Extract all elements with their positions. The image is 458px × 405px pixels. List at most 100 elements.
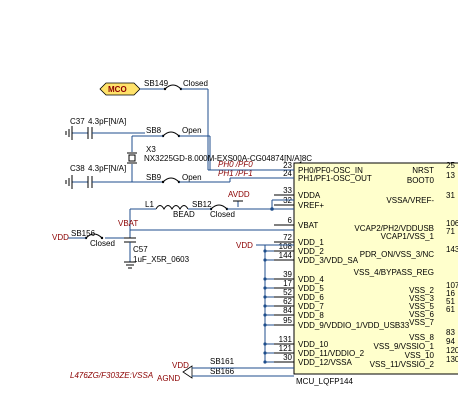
mco-net-label: MCO [108,85,127,94]
mcu-right-pin-name: VSS_9/VSSIO_1 [374,342,435,351]
l1-value: BEAD [173,210,195,219]
sb149-ref: SB149 [144,79,169,88]
mcu-right-pin-number: 143 [446,245,458,254]
mcu-left-pin-name: VDD_1 [298,238,324,247]
sb9-jumper [162,177,180,183]
agnd-label: AGND [157,374,180,383]
sb156-state: Closed [90,239,115,248]
mcu-left-pin-number: 108 [279,242,293,251]
mcu-left-pin-name: VDD_3/VDD_SA [298,256,359,265]
mcu-right-pin-name: VSS_7 [409,318,434,327]
sb8-ref: SB8 [146,126,162,135]
mcu-left-pin-number: 95 [283,316,292,325]
vdd-bottom-label: VDD [172,361,189,370]
crystal-icon [127,152,137,164]
sb9-state: Open [182,173,202,182]
sb9-ref: SB9 [146,173,162,182]
x3-ref: X3 [146,145,156,154]
mcu-left-pin-number: 72 [283,233,292,242]
mcu-left-pin-number: 62 [283,297,292,306]
mcu-left-pin-name: VDDA [298,191,321,200]
mcu-right-pin-number: 130 [446,355,458,364]
junction-dot [263,323,267,327]
junction-dot [263,360,267,364]
junction-dot [263,277,267,281]
mcu-left-pin-name: VDD_7 [298,302,324,311]
junction-dot [263,286,267,290]
ph0-label: PH0 /PF0 [218,160,253,169]
mcu-left-pin-number: 131 [279,335,293,344]
mcu-left-pin-number: 84 [283,306,292,315]
mcu-left-pin-number: 121 [279,344,293,353]
mcu-left-pin-number: 52 [283,288,292,297]
junction-dot [263,342,267,346]
vdd-mid-label: VDD [236,241,253,250]
mcu-left-pin-name: VDD_5 [298,284,324,293]
mcu-left-pin-name: VREF+ [298,201,324,210]
sb161-ref: SB161 [210,357,235,366]
mcu-left-pin-number: 30 [283,353,292,362]
mcu-left-pin-number: 6 [288,216,293,225]
mcu-right-pin-number: 94 [446,337,455,346]
sb12-state: Closed [210,210,235,219]
mcu-right-pin-name: VSS_11/VSSIO_2 [370,360,435,369]
c38-value: 4.3pF[N/A] [88,164,126,173]
mcu-right-pin-number: 83 [446,328,455,337]
mcu-left-pin-name: PH1/PF1-OSC_OUT [298,174,372,183]
junction-dot [263,258,267,262]
mcu-right-pin-name: NRST [412,166,434,175]
mcu-left-pin-name: VDD_10 [298,340,329,349]
c57-value: 1uF_X5R_0603 [133,255,190,264]
sb156-ref: SB156 [71,229,96,238]
c38-ref: C38 [70,164,85,173]
vdd-left-label: VDD [52,233,69,242]
mcu-left-pin-number: 33 [283,186,292,195]
junction-dot [263,304,267,308]
mcu-left-pin-name: VDD_8 [298,311,324,320]
inductor-bead-icon [155,205,189,211]
l1-ref: L1 [145,200,154,209]
note-label: L476ZG/F303ZE:VSSA [70,371,153,380]
mcu-right-pin-number: 25 [446,161,455,170]
mcu-left-pin-name: VDD_11/VDDIO_2 [298,349,365,358]
avdd-label: AVDD [228,190,250,199]
mcu-left-pin-name: VDD_12/VSSA [298,358,352,367]
sb8-jumper [162,131,180,137]
sb12-ref: SB12 [192,200,212,209]
mcu-left-pin-name: VBAT [298,221,318,230]
sb149-state: Closed [183,79,208,88]
mcu-right-pin-number: 31 [446,191,455,200]
mcu-right-pin-number: 61 [446,305,455,314]
c57-ref: C57 [133,245,148,254]
sb12-jumper [210,204,228,210]
vbat-label: VBAT [118,219,138,228]
ground-icon [65,175,73,189]
junction-dot [263,249,267,253]
mcu-left-pin-name: VDD_4 [298,275,324,284]
mcu-right-pin-name: VCAP1/VSS_1 [381,232,435,241]
sb8-state: Open [182,126,202,135]
junction-dot [263,351,267,355]
mcu-left-pin-number: 17 [283,279,292,288]
ground-icon [65,126,73,140]
mcu-left-pin-name: VDD_6 [298,293,324,302]
mcu-right-pin-name: VSS_4/BYPASS_REG [354,268,434,277]
mcu-left-pin-name: VDD_2 [298,247,324,256]
c37-ref: C37 [70,117,85,126]
mcu-right-pin-name: PDR_ON/VSS_3/NC [360,250,434,259]
schematic-canvas: MCU_LQFP144 23PH0/PF0-OSC_IN24PH1/PF1-OS… [52,79,458,386]
c37-value: 4.3pF[N/A] [88,117,126,126]
mcu-right-pin-name: VSS_8 [409,333,434,342]
mcu-left-pin-number: 144 [279,251,293,260]
mcu-right-pin-number: 71 [446,227,455,236]
junction-dot [263,295,267,299]
mcu-left-pin-name: VDD_9/VDDIO_1/VDD_USB33 [298,321,410,330]
mcu-left-pin-number: 39 [283,270,292,279]
mcu-right-pin-number: 13 [446,171,455,180]
mcu-right-pin-name: BOOT0 [407,176,435,185]
mcu-right-pin-name: VSS_10 [405,351,435,360]
junction-dot [263,313,267,317]
mcu-right-pin-number: 120 [446,346,458,355]
mcu-part-name: MCU_LQFP144 [296,377,353,386]
mcu-right-pin-name: VSSA/VREF- [386,196,434,205]
